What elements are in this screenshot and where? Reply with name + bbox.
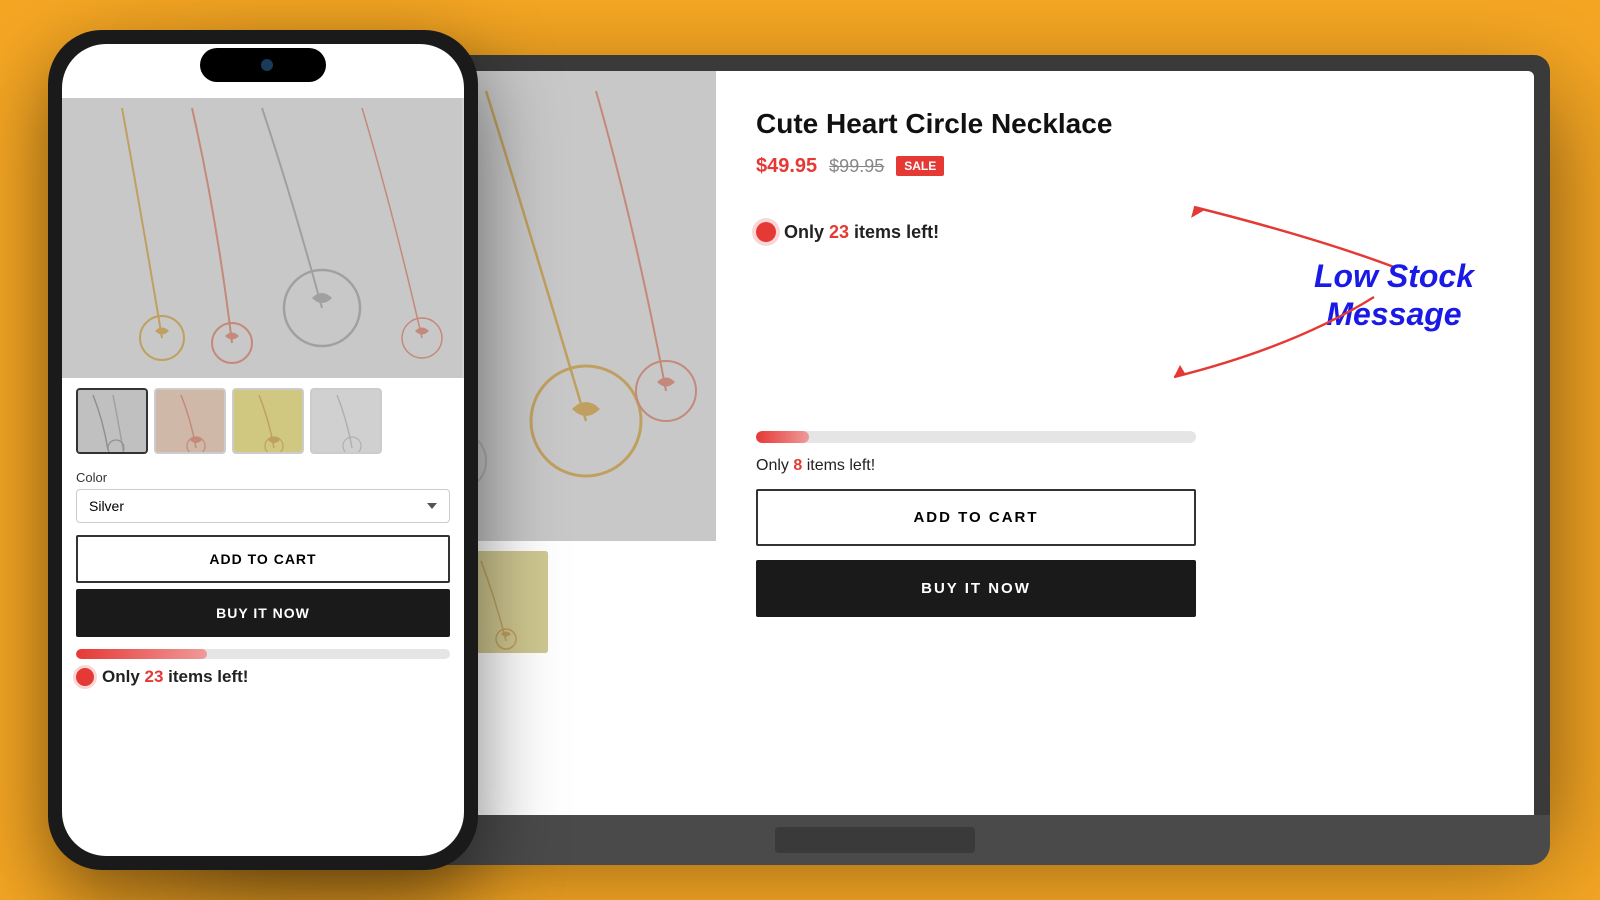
laptop-add-to-cart-button[interactable]: ADD TO CART — [756, 489, 1196, 546]
phone-stock-message: Only 23 items left! — [62, 667, 464, 695]
phone-stock-dot — [76, 668, 94, 686]
laptop-progress-stock-number: 8 — [793, 457, 802, 474]
laptop-stock-dot — [756, 222, 776, 242]
laptop-trackpad — [775, 827, 975, 853]
arrow-to-progress — [1114, 287, 1434, 387]
laptop-buy-now-button[interactable]: BUY IT NOW — [756, 560, 1196, 617]
laptop-details-column: Cute Heart Circle Necklace $49.95 $99.95… — [716, 71, 1534, 815]
laptop-sale-price: $49.95 — [756, 155, 817, 178]
phone-thumb-3[interactable] — [232, 388, 304, 454]
laptop-stock-text: Only 23 items left! — [784, 222, 939, 243]
phone-thumb-4[interactable] — [310, 388, 382, 454]
phone-content: Color Silver Rose Gold Gold ADD TO CART … — [62, 44, 464, 856]
phone-progress-bar-container — [76, 649, 450, 659]
phone-notch — [200, 48, 326, 82]
phone-progress-fill — [76, 649, 207, 659]
laptop-progress-bar-container — [756, 431, 1196, 443]
phone-add-to-cart-button[interactable]: ADD TO CART — [76, 535, 450, 583]
phone-stock-number: 23 — [145, 667, 164, 686]
phone-device: Color Silver Rose Gold Gold ADD TO CART … — [48, 30, 478, 870]
phone-thumbnail-row — [62, 378, 464, 464]
phone-screen: Color Silver Rose Gold Gold ADD TO CART … — [62, 44, 464, 856]
laptop-original-price: $99.95 — [829, 156, 884, 177]
phone-camera — [261, 59, 273, 71]
laptop-sale-badge: SALE — [896, 156, 944, 176]
phone-stock-text: Only 23 items left! — [102, 667, 248, 687]
laptop-progress-fill — [756, 431, 809, 443]
phone-thumb-2[interactable] — [154, 388, 226, 454]
laptop-product-title: Cute Heart Circle Necklace — [756, 107, 1494, 141]
phone-color-section: Color Silver Rose Gold Gold — [62, 464, 464, 527]
annotation-area: Low StockMessage — [756, 257, 1494, 417]
phone-color-select[interactable]: Silver Rose Gold Gold — [76, 489, 450, 523]
laptop-stock-number: 23 — [829, 222, 849, 242]
phone-thumb-1[interactable] — [76, 388, 148, 454]
laptop-progress-stock-text: Only 8 items left! — [756, 457, 1494, 475]
phone-main-product-image — [62, 98, 464, 378]
phone-buy-now-button[interactable]: BUY IT NOW — [76, 589, 450, 637]
laptop-price-row: $49.95 $99.95 SALE — [756, 155, 1494, 178]
phone-shell: Color Silver Rose Gold Gold ADD TO CART … — [48, 30, 478, 870]
phone-color-label: Color — [76, 470, 450, 485]
